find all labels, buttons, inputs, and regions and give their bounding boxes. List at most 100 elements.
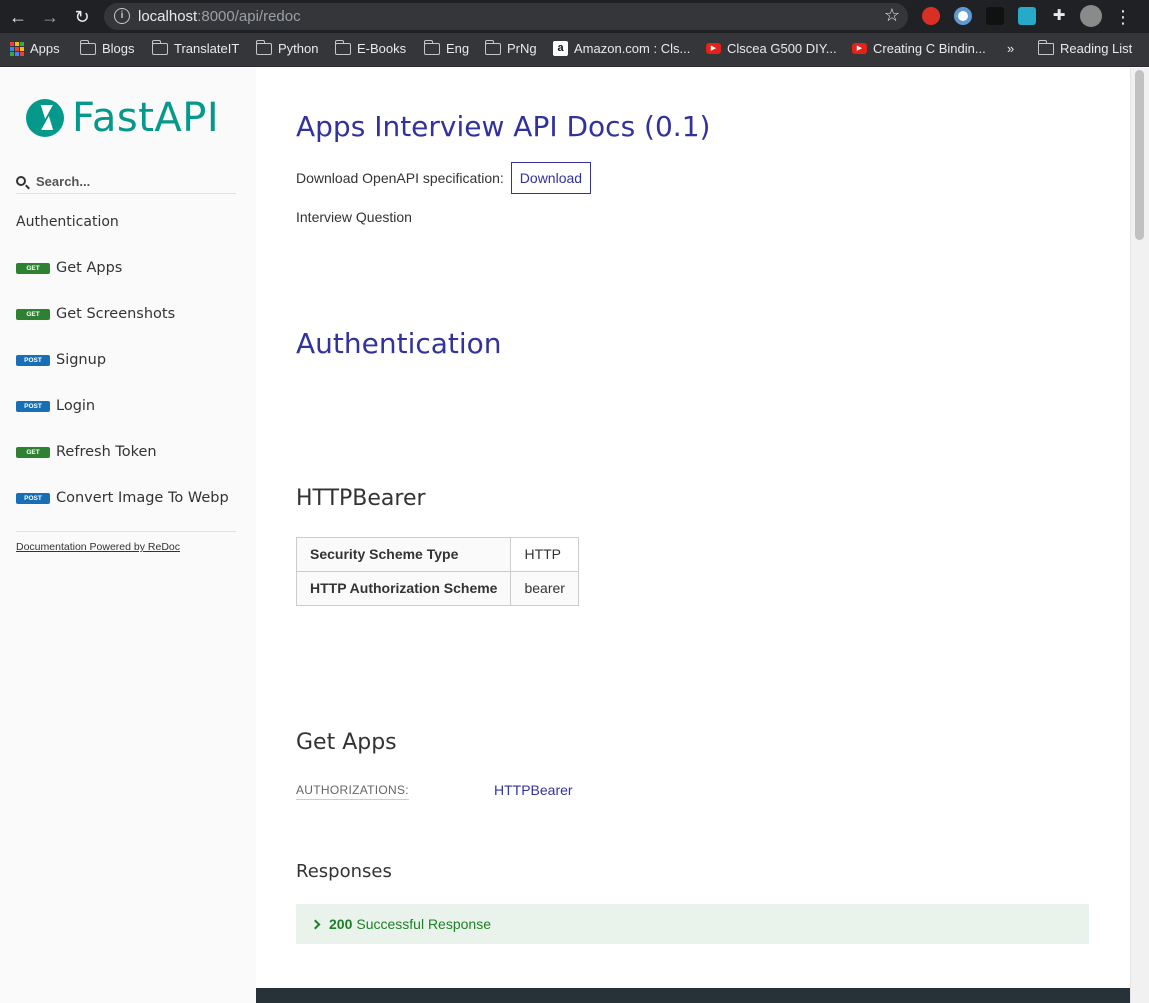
bookmarks-overflow-icon[interactable]: »: [1007, 41, 1014, 56]
browser-toolbar: ← → ↻ i localhost:8000/api/redoc ☆ ✚ ⋮: [0, 0, 1149, 33]
sidebar-divider: [16, 531, 236, 532]
sidebar-item-label: Refresh Token: [56, 444, 157, 460]
table-value: bearer: [510, 571, 579, 606]
url-host: localhost: [138, 8, 198, 25]
method-badge: POST: [16, 400, 50, 412]
code-samples-panel: [256, 988, 1130, 1003]
bookmark-label: Creating C Bindin...: [873, 41, 986, 56]
extension-stop-icon[interactable]: [922, 7, 940, 25]
folder-icon: [423, 39, 440, 55]
bookmark-label: Clscea G500 DIY...: [727, 41, 837, 56]
responses-heading: Responses: [296, 861, 392, 882]
search-box: [16, 172, 236, 194]
response-200-row[interactable]: 200 Successful Response: [296, 904, 1089, 944]
sidebar-item-label: Login: [56, 398, 96, 414]
bookmark-blogs[interactable]: Blogs: [79, 39, 135, 56]
download-label: Download OpenAPI specification:: [296, 170, 504, 186]
site-info-icon[interactable]: i: [114, 8, 130, 24]
bookmark-ebooks[interactable]: E-Books: [334, 39, 407, 56]
reload-icon[interactable]: ↻: [71, 6, 93, 28]
folder-icon: [255, 39, 272, 55]
bookmark-label: PrNg: [507, 41, 537, 56]
folder-icon: [334, 39, 351, 55]
fastapi-logo[interactable]: FastAPI: [26, 95, 219, 141]
table-key: Security Scheme Type: [295, 537, 512, 572]
bookmark-label: TranslateIT: [174, 41, 240, 56]
bookmark-amazon[interactable]: a Amazon.com : Cls...: [553, 41, 690, 56]
extension-b-icon[interactable]: [986, 7, 1004, 25]
sidebar-item-authentication[interactable]: Authentication: [16, 214, 119, 230]
bookmark-star-icon[interactable]: ☆: [884, 5, 900, 26]
sidebar-item-get-screenshots[interactable]: GET Get Screenshots: [16, 306, 175, 322]
sidebar-item-convert-image[interactable]: POST Convert Image To Webp: [16, 490, 229, 506]
method-badge: GET: [16, 446, 50, 458]
search-icon: [16, 176, 26, 186]
folder-icon: [151, 39, 168, 55]
bookmark-label: Blogs: [102, 41, 135, 56]
method-badge: GET: [16, 262, 50, 274]
reading-list-icon: [1037, 39, 1054, 55]
back-arrow-icon[interactable]: ←: [7, 6, 29, 28]
youtube-icon: ▶: [852, 43, 867, 54]
bookmark-label: Eng: [446, 41, 470, 56]
bookmark-label: Apps: [30, 41, 60, 56]
security-scheme-table: Security Scheme Type HTTP HTTP Authoriza…: [295, 537, 579, 606]
download-row: Download OpenAPI specification: Download: [296, 162, 592, 194]
method-badge: POST: [16, 492, 50, 504]
search-input[interactable]: [36, 174, 232, 189]
apps-grid-icon: [10, 41, 24, 56]
reading-list-button[interactable]: Reading List: [1037, 39, 1133, 56]
extension-circle-icon[interactable]: [954, 7, 972, 25]
scrollbar[interactable]: [1130, 68, 1149, 1003]
table-value: HTTP: [510, 537, 579, 572]
security-scheme-heading: HTTPBearer: [296, 486, 426, 511]
bookmark-apps[interactable]: Apps: [10, 41, 60, 56]
bookmark-eng[interactable]: Eng: [423, 39, 470, 56]
sidebar: FastAPI Authentication GET Get Apps GET …: [0, 68, 256, 1003]
bookmark-label: Amazon.com : Cls...: [574, 41, 691, 56]
bookmarks-bar: Apps Blogs TranslateIT Python E-Books En…: [0, 33, 1149, 67]
authorizations-label: AUTHORIZATIONS:: [296, 783, 409, 800]
overflow-label: »: [1007, 41, 1015, 56]
bookmark-python[interactable]: Python: [255, 39, 319, 56]
download-button[interactable]: Download: [510, 162, 592, 194]
table-row: HTTP Authorization Scheme bearer: [295, 571, 579, 606]
url-text: localhost:8000/api/redoc: [138, 8, 301, 25]
bookmark-label: E-Books: [357, 41, 407, 56]
bookmark-translateit[interactable]: TranslateIT: [151, 39, 240, 56]
table-key: HTTP Authorization Scheme: [295, 571, 512, 606]
url-path: :8000/api/redoc: [197, 8, 301, 25]
extension-translate-icon[interactable]: [1018, 7, 1036, 25]
sidebar-item-login[interactable]: POST Login: [16, 398, 95, 414]
menu-kebab-icon[interactable]: ⋮: [1112, 6, 1134, 28]
api-description: Interview Question: [296, 209, 412, 225]
youtube-icon: ▶: [706, 43, 721, 54]
sidebar-item-signup[interactable]: POST Signup: [16, 352, 106, 368]
chevron-right-icon: [310, 919, 321, 929]
sidebar-item-label: Get Screenshots: [56, 306, 176, 322]
sidebar-item-get-apps[interactable]: GET Get Apps: [16, 260, 122, 276]
table-row: Security Scheme Type HTTP: [295, 537, 579, 572]
folder-icon: [484, 39, 501, 55]
bookmark-youtube-1[interactable]: ▶ Clscea G500 DIY...: [706, 41, 837, 56]
bookmark-prng[interactable]: PrNg: [484, 39, 537, 56]
main-content: Apps Interview API Docs (0.1) Download O…: [256, 68, 1130, 1003]
bookmark-label: Python: [278, 41, 319, 56]
authorizations-link[interactable]: HTTPBearer: [494, 782, 573, 798]
scroll-thumb[interactable]: [1135, 70, 1144, 240]
profile-avatar[interactable]: [1080, 5, 1102, 27]
logo-text: FastAPI: [72, 95, 220, 141]
redoc-powered-link[interactable]: Documentation Powered by ReDoc: [16, 541, 180, 553]
bookmark-youtube-2[interactable]: ▶ Creating C Bindin...: [852, 41, 986, 56]
address-bar[interactable]: i localhost:8000/api/redoc ☆: [104, 3, 908, 30]
forward-arrow-icon[interactable]: →: [39, 6, 61, 28]
lightning-icon: [26, 99, 64, 137]
sidebar-item-refresh-token[interactable]: GET Refresh Token: [16, 444, 157, 460]
sidebar-item-label: Signup: [56, 352, 107, 368]
page-title: Apps Interview API Docs (0.1): [296, 110, 711, 143]
sidebar-item-label: Convert Image To Webp: [56, 490, 229, 506]
extensions-puzzle-icon[interactable]: ✚: [1050, 7, 1068, 25]
sidebar-item-label: Get Apps: [56, 260, 123, 276]
endpoint-heading: Get Apps: [296, 730, 397, 755]
reading-list-label: Reading List: [1060, 41, 1133, 56]
